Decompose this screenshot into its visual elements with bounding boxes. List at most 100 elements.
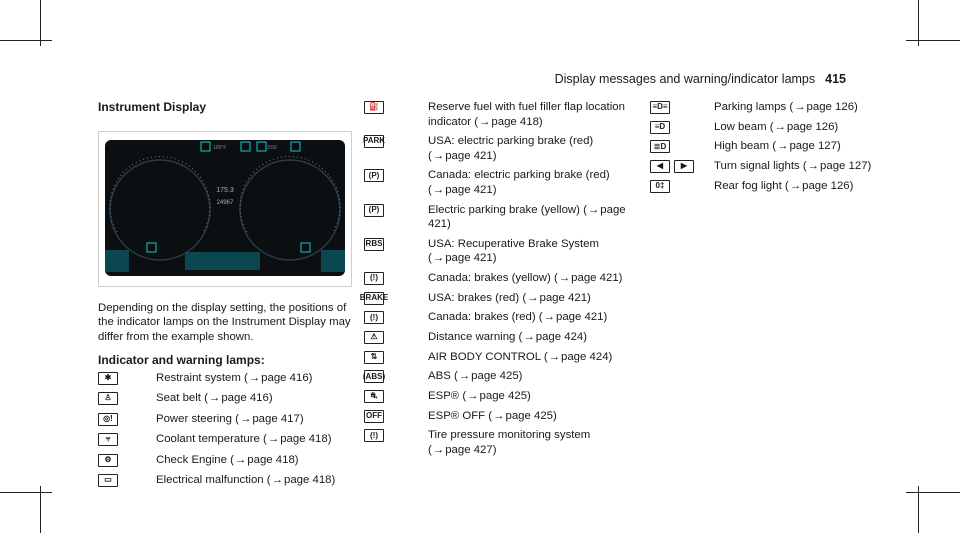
item-text: Distance warning ( [428, 331, 523, 343]
page-link[interactable]: page 427) [445, 444, 496, 456]
item-text: ESP® ( [428, 390, 467, 403]
page-link[interactable]: page 421) [445, 252, 496, 264]
abs-icon: (ABS) [363, 370, 385, 384]
item-text: Canada: brakes (red) ( [428, 311, 543, 324]
arrow-icon: → [777, 140, 789, 153]
right-column: ≡D≡ Parking lamps (→page 126) ≡D Low bea… [650, 100, 880, 198]
page-link[interactable]: page 416) [221, 392, 272, 404]
item-text: AIR BODY CONTROL ( [428, 350, 548, 363]
arrow-icon: → [807, 160, 820, 173]
page-link[interactable]: page 417) [252, 413, 303, 425]
page-link[interactable]: page 416) [261, 372, 312, 384]
page-link[interactable]: page 127) [820, 160, 871, 172]
crop-mark [906, 492, 960, 493]
page-link[interactable]: page 425) [505, 410, 556, 422]
page-link[interactable]: page 424) [536, 331, 587, 343]
list-item: (ABS) ABS (→page 425) [363, 369, 628, 384]
item-text: ESP® OFF ( [428, 409, 493, 422]
list-item: ▭ Electrical malfunction (→page 418) [98, 473, 352, 488]
distance-warning-icon: ⚠ [364, 331, 384, 344]
arrow-icon: → [774, 120, 786, 133]
crop-mark [906, 40, 960, 41]
esp-icon: ⛐ [364, 390, 384, 404]
page-link[interactable]: page 127) [789, 140, 840, 152]
list-item: (P) Canada: electric parking brake (red) … [364, 168, 628, 197]
arrow-icon: → [523, 331, 535, 343]
instrument-cluster-image: 175.3 24967 105°F 3:56 [105, 139, 345, 276]
tire-pressure-icon: (!) [364, 429, 384, 443]
arrow-icon: → [467, 390, 479, 403]
left-column: Instrument Display 175.3 24967 105°F 3:5… [98, 100, 352, 494]
clock-text: 3:56 [267, 145, 277, 151]
fuel-icon: ⛽ [364, 101, 384, 114]
page-link[interactable]: page 421) [571, 272, 622, 284]
item-text: Canada: brakes (yellow) ( [428, 271, 558, 284]
list-item: ⛽ Reserve fuel with fuel filler flap loca… [364, 100, 628, 129]
check-engine-icon: ⚙ [98, 453, 118, 467]
arrow-icon: → [493, 409, 505, 422]
esp-off-icon: OFF [364, 409, 384, 423]
page-link[interactable]: page 421) [540, 292, 591, 304]
arrow-icon: → [794, 101, 806, 113]
crop-mark [0, 40, 52, 41]
page-link[interactable]: page 126) [807, 101, 858, 113]
arrow-icon: → [239, 412, 252, 425]
list-item: ≡D Low beam (→page 126) [650, 120, 880, 135]
arrow-icon: → [208, 392, 221, 404]
list-item: ✱ Restraint system (→page 416) [98, 371, 352, 386]
crop-mark [40, 486, 41, 533]
list-item: PARK USA: electric parking brake (red) (→… [363, 134, 628, 163]
park-icon: PARK [363, 135, 385, 149]
page-link[interactable]: page 418) [284, 474, 335, 486]
arrow-icon: → [432, 252, 445, 265]
list-item: ⫧ Coolant temperature (→page 418) [98, 432, 352, 447]
arrow-icon: → [267, 433, 280, 445]
item-text: Parking lamps ( [714, 101, 794, 113]
item-text: Low beam ( [714, 120, 774, 133]
restraint-system-icon: ✱ [98, 371, 118, 385]
page-number: 415 [825, 72, 846, 86]
arrow-icon: → [432, 443, 445, 456]
arrow-icon: → [458, 370, 471, 383]
list-item: RBS USA: Recuperative Brake System (→page… [364, 237, 628, 266]
item-text: Seat belt ( [156, 392, 208, 404]
middle-column: ⛽ Reserve fuel with fuel filler flap loca… [360, 100, 628, 463]
brake-usa-icon: BRAKE [360, 291, 388, 305]
list-item: ◀ ▶ Turn signal lights (→page 127) [650, 159, 880, 174]
page-link[interactable]: page 421) [445, 184, 496, 196]
middle-lamp-list: ⛽ Reserve fuel with fuel filler flap loca… [360, 100, 628, 457]
turn-left-icon: ◀ [650, 160, 670, 174]
page-link[interactable]: page 421) [445, 150, 496, 162]
rbs-icon: RBS [364, 237, 384, 251]
arrow-icon: → [789, 179, 802, 192]
left-lamp-list: ✱ Restraint system (→page 416) ♙ Seat belt … [98, 371, 352, 488]
arrow-icon: → [479, 115, 491, 128]
parking-brake-icon: (P) [364, 169, 384, 183]
item-text: Coolant temperature ( [156, 433, 267, 445]
page-link[interactable]: page 126) [802, 180, 853, 192]
turn-right-icon: ▶ [674, 160, 694, 174]
page-link[interactable]: page 421) [556, 311, 607, 323]
list-item: ≣D High beam (→page 127) [650, 139, 880, 154]
page-link[interactable]: page 126) [787, 121, 838, 133]
list-item: BRAKE USA: brakes (red) (→page 421) [360, 291, 628, 306]
brake-canada-icon: (!) [364, 311, 384, 325]
list-item: ⚠ Distance warning (→page 424) [364, 330, 628, 345]
subheading: Indicator and warning lamps: [98, 353, 265, 367]
list-item: (!) Tire pressure monitoring system (→pag… [364, 428, 628, 457]
item-text: USA: brakes (red) ( [428, 291, 527, 304]
air-body-control-icon: ⇅ [364, 350, 384, 364]
odometer-text: 175.3 [216, 187, 234, 194]
page-link[interactable]: page 424) [561, 351, 612, 363]
list-item: (!) Canada: brakes (red) (→page 421) [364, 310, 628, 325]
list-item: OFF ESP® OFF (→page 425) [364, 409, 628, 424]
page-link[interactable]: page 418) [280, 433, 331, 445]
crop-mark [918, 486, 919, 533]
page-link[interactable]: page 418) [247, 454, 298, 466]
page-link[interactable]: page 425) [480, 390, 531, 402]
page-link[interactable]: page 418) [491, 116, 542, 128]
list-item: (!) Canada: brakes (yellow) (→page 421) [364, 271, 628, 286]
trip-text: 24967 [217, 200, 234, 206]
page-link[interactable]: page 425) [471, 370, 522, 382]
arrow-icon: → [527, 291, 539, 304]
